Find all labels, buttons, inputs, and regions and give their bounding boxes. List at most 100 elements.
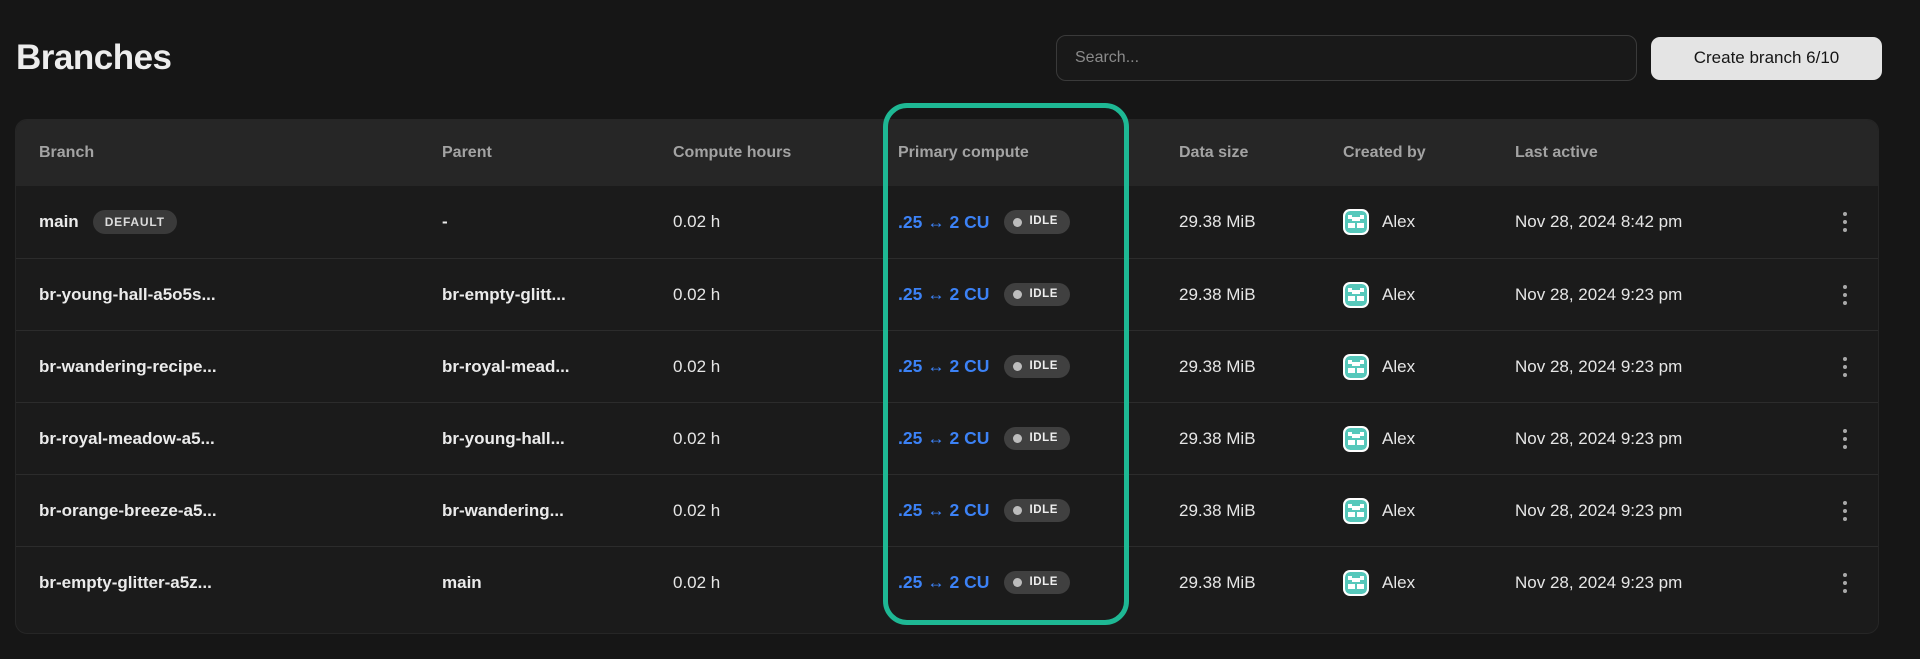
table-header-row: Branch Parent Compute hours Primary comp… [16, 120, 1878, 186]
creator-name: Alex [1382, 573, 1415, 593]
compute-hours: 0.02 h [673, 429, 898, 449]
created-by-cell: Alex [1343, 426, 1515, 452]
last-active: Nov 28, 2024 9:23 pm [1515, 285, 1830, 305]
compute-size-range: .25 ↔ 2 CU [898, 212, 989, 233]
branch-cell: br-wandering-recipe... [39, 357, 442, 377]
creator-name: Alex [1382, 285, 1415, 305]
status-dot-icon [1013, 290, 1022, 299]
avatar [1343, 282, 1369, 308]
branch-name: br-young-hall-a5o5s... [39, 285, 216, 305]
search-input[interactable] [1056, 35, 1637, 81]
row-menu-kebab-icon[interactable] [1830, 491, 1860, 531]
avatar [1343, 498, 1369, 524]
compute-status-badge: IDLE [1004, 210, 1070, 234]
create-branch-button[interactable]: Create branch 6/10 [1651, 37, 1882, 80]
creator-name: Alex [1382, 501, 1415, 521]
column-header-last-active: Last active [1515, 144, 1830, 162]
creator-name: Alex [1382, 212, 1415, 232]
avatar [1343, 570, 1369, 596]
last-active: Nov 28, 2024 9:23 pm [1515, 429, 1830, 449]
status-label: IDLE [1029, 433, 1058, 445]
status-dot-icon [1013, 362, 1022, 371]
status-dot-icon [1013, 506, 1022, 515]
primary-compute-cell: .25 ↔ 2 CU IDLE [898, 499, 1179, 523]
topbar: Branches Create branch 6/10 [0, 0, 1920, 94]
last-active: Nov 28, 2024 9:23 pm [1515, 501, 1830, 521]
row-menu-kebab-icon[interactable] [1830, 419, 1860, 459]
compute-size-range: .25 ↔ 2 CU [898, 356, 989, 377]
created-by-cell: Alex [1343, 282, 1515, 308]
created-by-cell: Alex [1343, 209, 1515, 235]
last-active: Nov 28, 2024 9:23 pm [1515, 357, 1830, 377]
data-size: 29.38 MiB [1179, 357, 1343, 377]
table-row[interactable]: main DEFAULT - 0.02 h .25 ↔ 2 CU IDLE 29… [16, 186, 1878, 258]
primary-compute-cell: .25 ↔ 2 CU IDLE [898, 571, 1179, 595]
branch-cell: br-royal-meadow-a5... [39, 429, 442, 449]
data-size: 29.38 MiB [1179, 429, 1343, 449]
compute-hours: 0.02 h [673, 212, 898, 232]
branch-name: br-empty-glitter-a5z... [39, 573, 212, 593]
branch-cell: br-empty-glitter-a5z... [39, 573, 442, 593]
creator-name: Alex [1382, 429, 1415, 449]
primary-compute-cell: .25 ↔ 2 CU IDLE [898, 427, 1179, 451]
branch-cell: br-young-hall-a5o5s... [39, 285, 442, 305]
table-row[interactable]: br-royal-meadow-a5... br-young-hall... 0… [16, 402, 1878, 474]
branch-name: main [39, 212, 79, 232]
created-by-cell: Alex [1343, 498, 1515, 524]
table-body: main DEFAULT - 0.02 h .25 ↔ 2 CU IDLE 29… [16, 186, 1878, 618]
branches-table: Branch Parent Compute hours Primary comp… [15, 119, 1879, 634]
avatar [1343, 426, 1369, 452]
compute-status-badge: IDLE [1004, 499, 1070, 523]
branch-name: br-wandering-recipe... [39, 357, 217, 377]
status-label: IDLE [1029, 577, 1058, 589]
status-label: IDLE [1029, 216, 1058, 228]
row-menu-kebab-icon[interactable] [1830, 202, 1860, 242]
compute-status-badge: IDLE [1004, 355, 1070, 379]
status-dot-icon [1013, 434, 1022, 443]
parent-branch: br-empty-glitt... [442, 285, 673, 305]
last-active: Nov 28, 2024 8:42 pm [1515, 212, 1830, 232]
parent-branch: br-royal-mead... [442, 357, 673, 377]
compute-hours: 0.02 h [673, 357, 898, 377]
data-size: 29.38 MiB [1179, 501, 1343, 521]
table-row[interactable]: br-young-hall-a5o5s... br-empty-glitt...… [16, 258, 1878, 330]
branch-cell: br-orange-breeze-a5... [39, 501, 442, 521]
data-size: 29.38 MiB [1179, 212, 1343, 232]
compute-hours: 0.02 h [673, 285, 898, 305]
status-label: IDLE [1029, 505, 1058, 517]
creator-name: Alex [1382, 357, 1415, 377]
last-active: Nov 28, 2024 9:23 pm [1515, 573, 1830, 593]
table-row[interactable]: br-empty-glitter-a5z... main 0.02 h .25 … [16, 546, 1878, 618]
avatar [1343, 209, 1369, 235]
parent-branch: br-young-hall... [442, 429, 673, 449]
data-size: 29.38 MiB [1179, 573, 1343, 593]
table-row[interactable]: br-wandering-recipe... br-royal-mead... … [16, 330, 1878, 402]
compute-hours: 0.02 h [673, 501, 898, 521]
row-menu-kebab-icon[interactable] [1830, 563, 1860, 603]
data-size: 29.38 MiB [1179, 285, 1343, 305]
created-by-cell: Alex [1343, 354, 1515, 380]
compute-size-range: .25 ↔ 2 CU [898, 500, 989, 521]
compute-size-range: .25 ↔ 2 CU [898, 284, 989, 305]
parent-branch: main [442, 573, 673, 593]
branch-cell: main DEFAULT [39, 210, 442, 234]
row-menu-kebab-icon[interactable] [1830, 347, 1860, 387]
column-header-primary-compute: Primary compute [898, 144, 1179, 162]
status-label: IDLE [1029, 361, 1058, 373]
created-by-cell: Alex [1343, 570, 1515, 596]
status-dot-icon [1013, 218, 1022, 227]
compute-hours: 0.02 h [673, 573, 898, 593]
branch-name: br-royal-meadow-a5... [39, 429, 215, 449]
primary-compute-cell: .25 ↔ 2 CU IDLE [898, 210, 1179, 234]
status-label: IDLE [1029, 289, 1058, 301]
page-title: Branches [16, 38, 1042, 78]
column-header-compute-hours: Compute hours [673, 144, 898, 162]
primary-compute-cell: .25 ↔ 2 CU IDLE [898, 355, 1179, 379]
row-menu-kebab-icon[interactable] [1830, 275, 1860, 315]
table-row[interactable]: br-orange-breeze-a5... br-wandering... 0… [16, 474, 1878, 546]
compute-size-range: .25 ↔ 2 CU [898, 428, 989, 449]
parent-branch: br-wandering... [442, 501, 673, 521]
column-header-parent: Parent [442, 144, 673, 162]
status-dot-icon [1013, 578, 1022, 587]
column-header-data-size: Data size [1179, 144, 1343, 162]
